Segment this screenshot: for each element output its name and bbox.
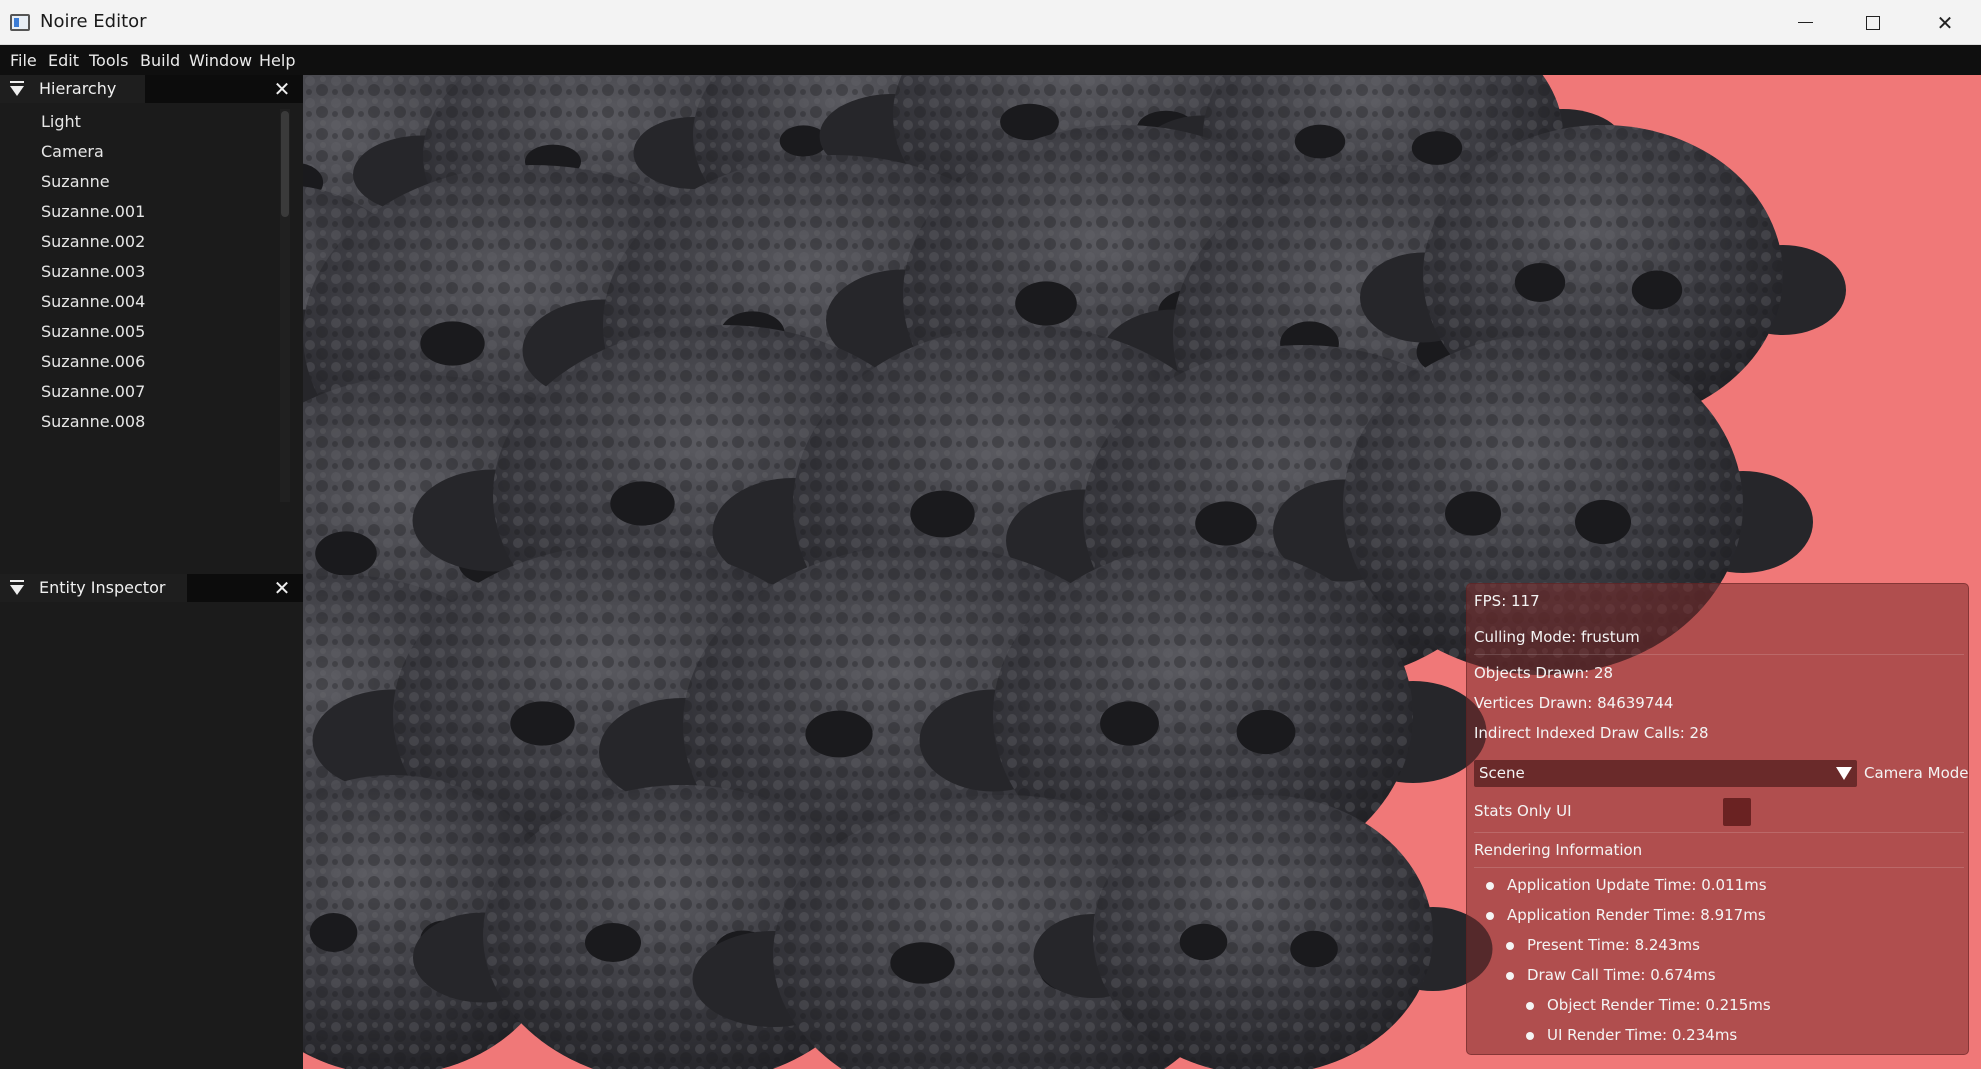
maximize-button[interactable]: [1839, 0, 1907, 45]
app-render-time: Application Render Time: 8.917ms: [1507, 906, 1766, 924]
tab-entity-inspector[interactable]: Entity Inspector: [0, 574, 187, 602]
app-update-time: Application Update Time: 0.011ms: [1507, 876, 1767, 894]
close-icon: ✕: [1936, 10, 1954, 35]
collapse-triangle-icon[interactable]: [9, 81, 25, 97]
hierarchy-header: Hierarchy ✕: [0, 75, 303, 103]
vertices-drawn: Vertices Drawn: 84639744: [1474, 694, 1674, 712]
object-render-time: Object Render Time: 0.215ms: [1547, 996, 1771, 1014]
collapse-triangle-icon[interactable]: [9, 580, 25, 596]
hierarchy-item-suzanne[interactable]: Suzanne: [0, 167, 280, 197]
menu-file[interactable]: File: [10, 51, 37, 70]
hierarchy-list: Light Camera Suzanne Suzanne.001 Suzanne…: [0, 107, 280, 502]
menu-help[interactable]: Help: [259, 51, 295, 70]
menu-window[interactable]: Window: [189, 51, 252, 70]
bullet-icon: [1506, 972, 1514, 980]
close-icon[interactable]: ✕: [273, 578, 291, 598]
objects-drawn: Objects Drawn: 28: [1474, 664, 1614, 682]
close-icon[interactable]: ✕: [273, 79, 291, 99]
left-dock: Hierarchy ✕ Light Camera Suzanne Suzanne…: [0, 75, 303, 1069]
present-time: Present Time: 8.243ms: [1527, 936, 1700, 954]
maximize-icon: [1866, 15, 1880, 30]
hierarchy-scrollbar[interactable]: [280, 109, 290, 502]
stats-overlay: FPS: 117 Culling Mode: frustum Objects D…: [1466, 583, 1969, 1055]
bullet-icon: [1486, 912, 1494, 920]
draw-calls: Indirect Indexed Draw Calls: 28: [1474, 724, 1709, 742]
hierarchy-item-suzanne-003[interactable]: Suzanne.003: [0, 257, 280, 287]
dropdown-arrow-icon: [1836, 767, 1852, 780]
menu-edit[interactable]: Edit: [48, 51, 79, 70]
hierarchy-item-light[interactable]: Light: [0, 107, 280, 137]
inspector-header: Entity Inspector ✕: [0, 574, 303, 602]
separator: [1474, 832, 1964, 833]
hierarchy-item-suzanne-007[interactable]: Suzanne.007: [0, 377, 280, 407]
bullet-icon: [1486, 882, 1494, 890]
bullet-icon: [1506, 942, 1514, 950]
rendering-info-header[interactable]: Rendering Information: [1474, 841, 1642, 859]
culling-mode: Culling Mode: frustum: [1474, 628, 1640, 646]
bullet-icon: [1526, 1002, 1534, 1010]
hierarchy-title: Hierarchy: [39, 79, 117, 98]
camera-mode-select[interactable]: Scene: [1474, 760, 1857, 787]
menu-bar: File Edit Tools Build Window Help: [0, 45, 1981, 75]
title-bar: Noire Editor ✕: [0, 0, 1981, 45]
menu-tools[interactable]: Tools: [89, 51, 128, 70]
hierarchy-item-suzanne-002[interactable]: Suzanne.002: [0, 227, 280, 257]
fps-readout: FPS: 117: [1474, 592, 1540, 610]
hierarchy-item-camera[interactable]: Camera: [0, 137, 280, 167]
separator: [1474, 654, 1964, 655]
menu-build[interactable]: Build: [140, 51, 180, 70]
stats-only-checkbox[interactable]: [1723, 798, 1751, 826]
draw-call-time: Draw Call Time: 0.674ms: [1527, 966, 1716, 984]
close-window-button[interactable]: ✕: [1911, 0, 1979, 45]
hierarchy-scrollbar-thumb[interactable]: [281, 111, 289, 217]
stats-only-label: Stats Only UI: [1474, 802, 1572, 820]
hierarchy-item-suzanne-001[interactable]: Suzanne.001: [0, 197, 280, 227]
bullet-icon: [1526, 1032, 1534, 1040]
ui-render-time: UI Render Time: 0.234ms: [1547, 1026, 1738, 1044]
tab-hierarchy[interactable]: Hierarchy: [0, 75, 145, 103]
minimize-button[interactable]: [1771, 0, 1839, 45]
app-icon: [10, 14, 30, 31]
minimize-icon: [1797, 21, 1813, 24]
hierarchy-item-suzanne-005[interactable]: Suzanne.005: [0, 317, 280, 347]
camera-mode-label: Camera Mode: [1864, 764, 1969, 782]
hierarchy-item-suzanne-008[interactable]: Suzanne.008: [0, 407, 280, 437]
window-title: Noire Editor: [40, 11, 147, 32]
inspector-title: Entity Inspector: [39, 578, 166, 597]
hierarchy-item-suzanne-004[interactable]: Suzanne.004: [0, 287, 280, 317]
hierarchy-item-suzanne-006[interactable]: Suzanne.006: [0, 347, 280, 377]
separator: [1474, 867, 1964, 868]
camera-mode-value: Scene: [1479, 764, 1525, 782]
